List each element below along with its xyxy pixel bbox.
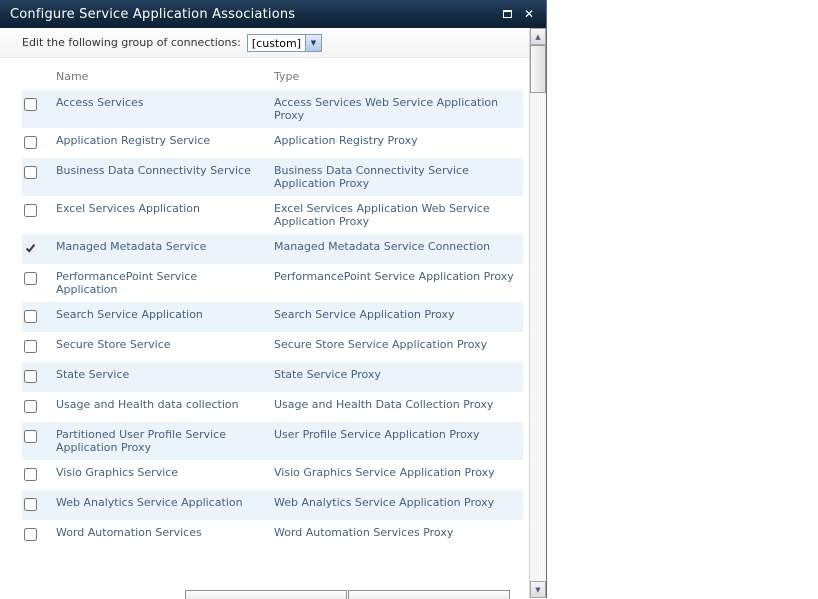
row-checkbox[interactable] [24,498,37,511]
service-name-cell: State Service [56,368,130,381]
table-row: Business Data Connectivity Service Busin… [22,158,523,196]
row-checkbox[interactable] [24,340,37,353]
service-type-cell: Managed Metadata Service Connection [274,240,491,253]
close-button[interactable]: ✕ [520,6,538,22]
service-type-cell: User Profile Service Application Proxy [274,428,480,441]
service-type-cell: Business Data Connectivity Service Appli… [274,164,469,190]
column-header-type: Type [274,69,300,83]
table-body: Access Services Access Services Web Serv… [22,90,523,550]
service-name-cell: Business Data Connectivity Service [56,164,251,177]
service-type-cell: Usage and Health Data Collection Proxy [274,398,494,411]
service-type-cell: Word Automation Services Proxy [274,526,454,539]
service-type-cell: State Service Proxy [274,368,381,381]
scrollbar-thumb[interactable] [530,45,546,93]
close-icon: ✕ [523,7,535,21]
connections-group-dropdown[interactable]: [custom] ▼ [246,33,322,52]
table-row: Excel Services Application Excel Service… [22,196,523,234]
table-row: Managed Metadata Service Managed Metadat… [22,234,523,264]
table-row: Secure Store Service Secure Store Servic… [22,332,523,362]
table-row: Visio Graphics Service Visio Graphics Se… [22,460,523,490]
table-row: Application Registry Service Application… [22,128,523,158]
service-type-cell: Excel Services Application Web Service A… [274,202,490,228]
service-name-cell: Visio Graphics Service [56,466,179,479]
dropdown-button[interactable]: ▼ [304,34,321,51]
row-checkbox[interactable] [24,310,37,323]
service-name-cell: Managed Metadata Service [56,240,207,253]
chevron-down-icon: ▼ [310,38,317,47]
service-name-cell: Secure Store Service [56,338,171,351]
dropdown-selected-value: [custom] [251,36,301,50]
row-checkbox[interactable] [24,430,37,443]
table-row: Web Analytics Service Application Web An… [22,490,523,520]
service-type-cell: Application Registry Proxy [274,134,418,147]
scroll-down-icon: ▼ [535,585,541,594]
service-name-cell: Partitioned User Profile Service Applica… [56,428,227,454]
dialog-title: Configure Service Application Associatio… [10,6,296,22]
table-row: Access Services Access Services Web Serv… [22,90,523,128]
table-row: Search Service Application Search Servic… [22,302,523,332]
vertical-scrollbar[interactable]: ▲ ▼ [529,28,546,598]
service-name-cell: Access Services [56,96,144,109]
configure-associations-dialog: Configure Service Application Associatio… [0,0,547,599]
row-checkbox[interactable] [24,468,37,481]
service-name-cell: Usage and Health data collection [56,398,239,411]
scroll-up-icon: ▲ [535,32,541,41]
table-row: Partitioned User Profile Service Applica… [22,422,523,460]
service-name-cell: Excel Services Application [56,202,200,215]
table-header-row: Name Type [22,62,523,90]
service-name-cell: Word Automation Services [56,526,202,539]
maximize-button[interactable] [498,6,516,22]
service-type-cell: Search Service Application Proxy [274,308,455,321]
service-type-cell: PerformancePoint Service Application Pro… [274,270,514,283]
table-row: Usage and Health data collection Usage a… [22,392,523,422]
row-checkbox[interactable] [24,528,37,541]
row-checkbox[interactable] [24,272,37,285]
row-checkbox[interactable] [24,166,37,179]
table-row: PerformancePoint Service Application Per… [22,264,523,302]
service-name-cell: Search Service Application [56,308,203,321]
header-checkbox-spacer [22,75,56,77]
service-type-cell: Access Services Web Service Application … [274,96,499,122]
row-checkbox[interactable] [24,204,37,217]
row-checkbox[interactable] [24,136,37,149]
table-row: State Service State Service Proxy [22,362,523,392]
row-checkbox[interactable] [24,370,37,383]
maximize-icon [502,10,512,18]
service-type-cell: Visio Graphics Service Application Proxy [274,466,495,479]
scrollbar-track[interactable] [530,45,546,581]
service-name-cell: Application Registry Service [56,134,211,147]
dialog-content: Edit the following group of connections:… [0,28,529,598]
scroll-down-button[interactable]: ▼ [530,581,546,598]
service-name-cell: PerformancePoint Service Application [56,270,198,296]
connections-group-bar: Edit the following group of connections:… [0,28,529,58]
service-name-cell: Web Analytics Service Application [56,496,243,509]
associations-table: Name Type Access Services Access Service… [0,58,529,598]
dialog-titlebar: Configure Service Application Associatio… [0,0,546,28]
row-checkbox[interactable] [24,98,37,111]
service-type-cell: Secure Store Service Application Proxy [274,338,488,351]
service-type-cell: Web Analytics Service Application Proxy [274,496,495,509]
row-checkbox[interactable] [24,242,37,255]
row-checkbox[interactable] [24,400,37,413]
connections-group-label: Edit the following group of connections: [22,36,241,49]
scroll-up-button[interactable]: ▲ [530,28,546,45]
column-header-name: Name [56,69,89,83]
table-row: Word Automation Services Word Automation… [22,520,523,550]
